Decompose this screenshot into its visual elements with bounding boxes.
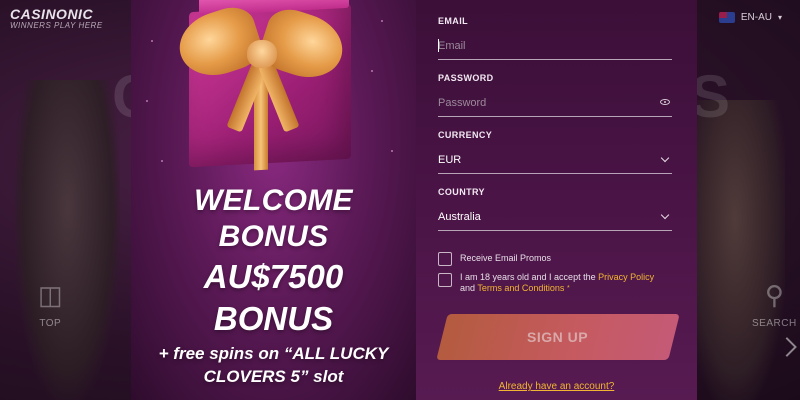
chevron-down-icon [660, 153, 670, 163]
terms-prefix: I am 18 years old and I accept the [460, 272, 596, 282]
email-promos-row: Receive Email Promos [438, 251, 551, 266]
email-field-wrapper [438, 32, 672, 60]
login-link[interactable]: Already have an account? [416, 381, 697, 392]
sparkle [381, 20, 383, 22]
email-label: EMAIL [438, 16, 468, 26]
logo-text: CASINONIC [10, 6, 94, 22]
password-field-wrapper [438, 89, 672, 117]
currency-value: EUR [438, 153, 462, 166]
promo-free-spins-line1: + free spins on “ALL LUCKY [158, 344, 389, 363]
bonus-headline: WELCOME BONUS AU$7500 BONUS + free spins… [131, 183, 416, 387]
nav-search[interactable]: ⚲ SEARCH [752, 282, 797, 329]
country-select[interactable]: Australia [438, 203, 672, 231]
terms-conditions-link[interactable]: Terms and Conditions [477, 283, 564, 293]
language-selector[interactable]: EN-AU ▾ [718, 12, 782, 23]
search-icon: ⚲ [764, 280, 784, 310]
country-label: COUNTRY [438, 187, 485, 197]
welcome-bonus-panel: WELCOME BONUS AU$7500 BONUS + free spins… [131, 0, 416, 400]
chevron-down-icon: ▾ [777, 13, 782, 22]
terms-text: I am 18 years old and I accept the Priva… [460, 272, 654, 294]
sparkle [151, 40, 153, 42]
australia-flag-icon [718, 12, 735, 23]
sign-up-label: SIGN UP [527, 329, 589, 345]
signup-form: EMAIL PASSWORD CURRENCY EUR COUNTRY Aust… [416, 0, 697, 400]
background-character-left [15, 80, 120, 400]
password-field[interactable] [438, 96, 672, 109]
promo-free-spins-line2: CLOVERS 5” slot [203, 367, 344, 386]
email-field[interactable] [438, 39, 672, 52]
registration-modal: WELCOME BONUS AU$7500 BONUS + free spins… [131, 0, 697, 400]
password-label: PASSWORD [438, 73, 494, 83]
show-password-eye-icon[interactable] [660, 99, 670, 105]
email-promos-label: Receive Email Promos [460, 253, 552, 263]
promo-welcome: WELCOME [194, 184, 353, 217]
terms-and: and [460, 283, 476, 293]
terms-row: I am 18 years old and I accept the Priva… [438, 272, 654, 294]
nav-top-label: TOP [39, 318, 62, 329]
language-label: EN-AU [740, 12, 772, 23]
site-logo[interactable]: CASINONIC WINNERS PLAY HERE [10, 6, 103, 30]
promo-amount: AU$7500 [203, 258, 344, 295]
logo-tagline: WINNERS PLAY HERE [10, 21, 103, 30]
bow-knot [247, 40, 277, 68]
email-promos-checkbox[interactable] [438, 252, 452, 266]
required-mark: * [566, 285, 570, 292]
sparkle [391, 150, 393, 152]
privacy-policy-link[interactable]: Privacy Policy [598, 272, 654, 282]
nav-top[interactable]: ◫ TOP [38, 282, 63, 329]
sign-up-button[interactable]: SIGN UP [436, 314, 680, 360]
nav-search-label: SEARCH [752, 318, 797, 329]
chevron-down-icon [660, 210, 670, 220]
sparkle [146, 100, 148, 102]
sparkle [371, 70, 373, 72]
background-character-right [685, 100, 785, 400]
country-value: Australia [438, 210, 481, 223]
currency-label: CURRENCY [438, 130, 493, 140]
currency-select[interactable]: EUR [438, 146, 672, 174]
top-games-icon: ◫ [38, 280, 63, 310]
sparkle [161, 160, 163, 162]
promo-bonus-word: BONUS [213, 300, 334, 337]
promo-bonus: BONUS [218, 220, 329, 253]
terms-checkbox[interactable] [438, 273, 452, 287]
text-caret [438, 39, 439, 52]
